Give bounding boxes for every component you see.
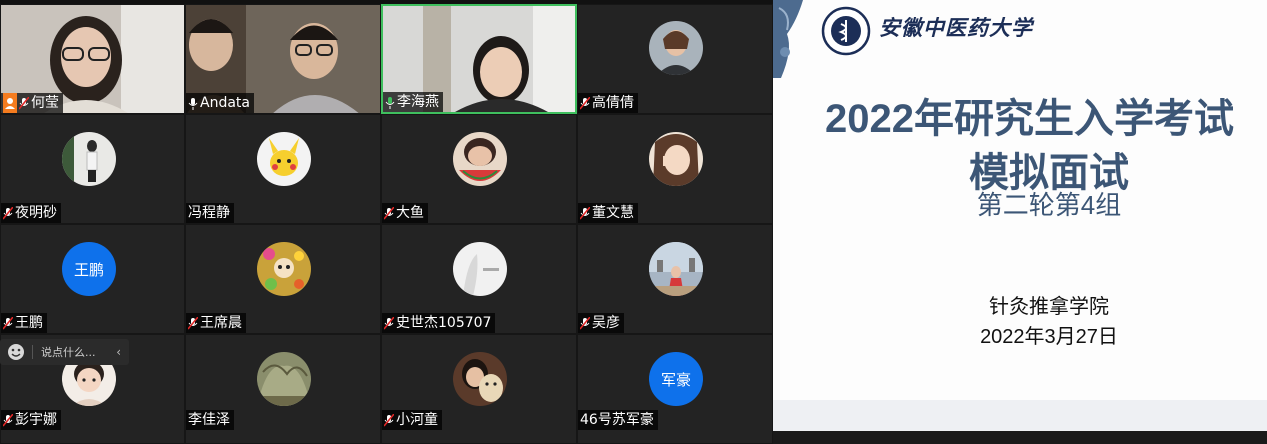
mic-muted-icon [384, 316, 394, 330]
participant-tile[interactable]: 小河童 [381, 334, 577, 444]
slide-subtitle: 第二轮第4组 [976, 190, 1122, 220]
participant-avatar [649, 132, 703, 186]
participant-tile[interactable]: 吴彦 [577, 224, 773, 334]
participant-name-tag: 冯程静 [186, 203, 234, 223]
participant-avatar [453, 352, 507, 406]
slide-bottom-bar [773, 400, 1267, 431]
participant-name: 王席晨 [200, 315, 242, 331]
chevron-left-icon[interactable]: ‹ [116, 345, 121, 359]
flower-decoration-icon [773, 0, 803, 78]
shared-slide: 安徽中医药大学 2022年研究生入学考试 模拟面试 第二轮第4组 针灸推拿学院 … [773, 0, 1267, 431]
participant-name-tag: Andata [186, 93, 254, 113]
participant-name: 李佳泽 [188, 412, 230, 428]
participant-tile[interactable]: 军豪 46号苏军豪 [577, 334, 773, 444]
participant-avatar [649, 21, 703, 75]
participant-name: 董文慧 [592, 205, 634, 221]
participant-avatar [453, 242, 507, 296]
mic-muted-icon [3, 413, 13, 427]
mic-muted-icon [3, 206, 13, 220]
participant-tile[interactable]: 高倩倩 [577, 4, 773, 114]
chat-input-bar[interactable]: 说点什么... ‹ [0, 339, 129, 365]
mic-muted-icon [384, 206, 394, 220]
slide-title-line1: 2022年研究生入学考试 [825, 97, 1234, 141]
participant-name: 王鹏 [15, 315, 43, 331]
university-seal-logo [821, 6, 871, 56]
host-icon [3, 93, 17, 113]
participant-name: 彭宇娜 [15, 412, 57, 428]
participant-name-tag: 史世杰105707 [382, 313, 496, 333]
participant-name: 吴彦 [592, 315, 620, 331]
participant-name: 冯程静 [188, 205, 230, 221]
participant-tile[interactable]: 王鹏 王鹏 [0, 224, 185, 334]
mic-muted-icon [3, 316, 13, 330]
participant-name: Andata [200, 95, 250, 111]
participant-tile[interactable]: 夜明砂 [0, 114, 185, 224]
chat-placeholder[interactable]: 说点什么... [41, 344, 96, 360]
emoji-icon[interactable] [6, 342, 26, 362]
participant-name-tag: 彭宇娜 [1, 410, 61, 430]
mic-muted-icon [19, 96, 29, 110]
participant-initials-avatar: 王鹏 [62, 242, 116, 296]
participant-name-tag: 王鹏 [1, 313, 47, 333]
participant-name: 46号苏军豪 [580, 412, 654, 428]
participant-name: 夜明砂 [15, 205, 57, 221]
mic-icon [188, 97, 198, 110]
participant-name-tag: 高倩倩 [578, 93, 638, 113]
chat-divider [32, 345, 33, 359]
participant-avatar [453, 132, 507, 186]
participant-tile[interactable]: Andata [185, 4, 381, 114]
participant-name-tag: 大鱼 [382, 203, 428, 223]
mic-speaking-icon [385, 96, 395, 109]
participant-name: 大鱼 [396, 205, 424, 221]
participant-initials-avatar: 军豪 [649, 352, 703, 406]
participant-name-tag: 王席晨 [186, 313, 246, 333]
participant-name: 李海燕 [397, 94, 439, 110]
participant-name: 小河童 [396, 412, 438, 428]
participant-tile[interactable]: 何莹 [0, 4, 185, 114]
participant-avatar [257, 352, 311, 406]
participant-tile[interactable]: 董文慧 [577, 114, 773, 224]
participant-name-tag: 李海燕 [383, 92, 443, 112]
participant-name: 何莹 [31, 95, 59, 111]
participant-name-tag: 小河童 [382, 410, 442, 430]
mic-muted-icon [384, 413, 394, 427]
participant-name-tag: 夜明砂 [1, 203, 61, 223]
participant-name-tag: 何莹 [1, 93, 63, 113]
mic-muted-icon [188, 316, 198, 330]
participant-name-tag: 董文慧 [578, 203, 638, 223]
participant-name: 史世杰105707 [396, 315, 492, 331]
participant-avatar [257, 242, 311, 296]
participant-avatar [649, 242, 703, 296]
participant-name: 高倩倩 [592, 95, 634, 111]
participant-tile[interactable]: 王席晨 [185, 224, 381, 334]
participant-name-tag: 李佳泽 [186, 410, 234, 430]
participant-name-tag: 吴彦 [578, 313, 624, 333]
college-name: 针灸推拿学院 [989, 296, 1109, 318]
participant-avatar [62, 132, 116, 186]
participant-name-tag: 46号苏军豪 [578, 410, 658, 430]
participant-tile[interactable]: 冯程静 [185, 114, 381, 224]
mic-muted-icon [580, 316, 590, 330]
mic-muted-icon [580, 96, 590, 110]
university-name: 安徽中医药大学 [879, 15, 1033, 40]
participant-tile[interactable]: 大鱼 [381, 114, 577, 224]
slide-date: 2022年3月27日 [980, 326, 1118, 348]
mic-muted-icon [580, 206, 590, 220]
participant-avatar [257, 132, 311, 186]
participant-tile-active-speaker[interactable]: 李海燕 [381, 4, 577, 114]
video-grid: 何莹 Andata 李海燕 高倩倩 夜明砂 冯程静 大鱼 董文慧 王鹏 王鹏 王… [0, 0, 773, 444]
participant-tile[interactable]: 李佳泽 [185, 334, 381, 444]
participant-tile[interactable]: 史世杰105707 [381, 224, 577, 334]
